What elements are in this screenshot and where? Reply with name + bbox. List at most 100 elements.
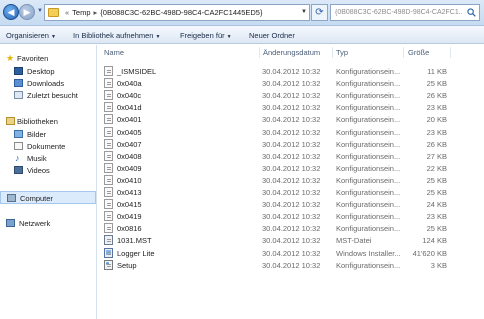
breadcrumb-item-temp[interactable]: Temp (72, 8, 90, 17)
file-row[interactable]: 0x0401 30.04.2012 10:32 Konfigurationsein.… (98, 113, 484, 125)
column-header-type[interactable]: Typ (336, 48, 348, 57)
chevron-down-icon: ▼ (226, 34, 232, 40)
forward-button[interactable]: ▶ (19, 4, 35, 20)
pictures-icon (14, 130, 23, 138)
file-row[interactable]: 0x0816 30.04.2012 10:32 Konfigurationsein.… (98, 222, 484, 234)
file-size: 124 KB (422, 236, 447, 246)
file-type: Konfigurationsein... (336, 91, 401, 101)
library-icon (6, 117, 15, 125)
file-row[interactable]: 0x0405 30.04.2012 10:32 Konfigurationsein.… (98, 126, 484, 138)
file-row[interactable]: 0x040c 30.04.2012 10:32 Konfigurationsein.… (98, 89, 484, 101)
file-name: 0x040a (117, 79, 142, 89)
file-row[interactable]: 0x041d 30.04.2012 10:32 Konfigurationsein.… (98, 101, 484, 113)
file-type: Konfigurationsein... (336, 103, 401, 113)
column-header-size[interactable]: Größe (408, 48, 429, 57)
file-name: 0x0401 (117, 115, 142, 125)
file-row[interactable]: 0x0419 30.04.2012 10:32 Konfigurationsein.… (98, 210, 484, 222)
search-field[interactable]: {0B088C3C-62BC-498D-98C4-CA2FC1... (330, 4, 480, 21)
file-date: 30.04.2012 10:32 (262, 67, 321, 76)
file-row[interactable]: 0x040a 30.04.2012 10:32 Konfigurationsein.… (98, 77, 484, 89)
downloads-icon (14, 79, 23, 87)
file-name: 0x0419 (117, 212, 142, 222)
file-row[interactable]: 0x0408 30.04.2012 10:32 Konfigurationsein.… (98, 150, 484, 162)
file-type: Konfigurationsein... (336, 212, 401, 222)
file-row[interactable]: Setup 30.04.2012 10:32 Konfigurationsein..… (98, 259, 484, 271)
file-row[interactable]: 0x0415 30.04.2012 10:32 Konfigurationsein.… (98, 198, 484, 210)
file-date: 30.04.2012 10:32 (262, 79, 321, 89)
sidebar-item-label: Desktop (27, 67, 55, 76)
column-divider[interactable] (450, 47, 451, 58)
file-size: 23 KB (426, 127, 447, 137)
new-folder-button[interactable]: Neuer Ordner (249, 31, 295, 40)
favorites-label: Favoriten (17, 54, 49, 63)
share-with-menu[interactable]: Freigeben für ▼ (180, 31, 232, 40)
file-type: Konfigurationsein... (336, 175, 401, 185)
chevron-down-icon: ▼ (50, 34, 56, 40)
file-row[interactable]: 0x0413 30.04.2012 10:32 Konfigurationsein.… (98, 186, 484, 198)
navigation-pane: ★ Favoriten Desktop Downloads Zuletzt be… (0, 45, 97, 319)
refresh-button[interactable]: ⟳ (311, 4, 328, 21)
share-label: Freigeben für (180, 31, 225, 40)
sidebar-item-label: Zuletzt besucht (27, 91, 78, 100)
search-placeholder: {0B088C3C-62BC-498D-98C4-CA2FC1... (335, 9, 463, 16)
column-divider[interactable] (259, 47, 260, 58)
sidebar-item-computer[interactable]: Computer (0, 191, 96, 204)
column-header-name[interactable]: Name (104, 48, 124, 57)
file-date: 30.04.2012 10:32 (262, 139, 321, 149)
file-size: 25 KB (426, 79, 447, 89)
file-size: 24 KB (426, 200, 447, 210)
recent-pages-dropdown[interactable]: ▼ (37, 8, 43, 14)
address-dropdown-icon[interactable]: ▼ (301, 9, 307, 15)
column-header-date[interactable]: Änderungsdatum (263, 48, 320, 57)
file-size: 11 KB (427, 67, 447, 76)
config-file-icon (104, 102, 113, 113)
search-icon[interactable] (467, 8, 476, 17)
chevron-down-icon: ▼ (155, 34, 161, 40)
network-icon (6, 219, 15, 227)
file-date: 30.04.2012 10:32 (262, 224, 321, 234)
breadcrumb-item-guid[interactable]: {0B088C3C-62BC-498D-98C4-CA2FC1445ED5} (100, 8, 262, 17)
file-size: 23 KB (426, 103, 447, 113)
column-divider[interactable] (403, 47, 404, 58)
file-type: Konfigurationsein... (336, 67, 401, 76)
file-row[interactable]: 0x0410 30.04.2012 10:32 Konfigurationsein.… (98, 174, 484, 186)
file-name: 0x0415 (117, 200, 142, 210)
file-size: 3 KB (430, 260, 447, 270)
file-row[interactable]: 0x0407 30.04.2012 10:32 Konfigurationsein.… (98, 138, 484, 150)
file-name: 0x0409 (117, 163, 142, 173)
back-button[interactable]: ◀ (3, 4, 19, 20)
organize-menu[interactable]: Organisieren ▼ (6, 31, 56, 40)
file-row[interactable]: 0x0409 30.04.2012 10:32 Konfigurationsein.… (98, 162, 484, 174)
file-size: 20 KB (426, 115, 447, 125)
sidebar-item-label: Dokumente (27, 142, 66, 151)
file-size: 41'620 KB (412, 248, 447, 258)
sidebar-item-label: Musik (27, 154, 47, 163)
installer-file-icon (104, 247, 113, 258)
config-file-icon (104, 174, 113, 185)
file-row[interactable]: _ISMSIDEL 30.04.2012 10:32 Konfigurationse… (98, 65, 484, 77)
file-name: Setup (117, 260, 137, 270)
file-type: Windows Installer... (336, 248, 401, 258)
file-name: 0x040c (117, 91, 142, 101)
file-name: 0x0816 (117, 224, 142, 234)
config-file-icon (104, 259, 113, 270)
file-size: 26 KB (426, 139, 447, 149)
breadcrumb-chevron-icon[interactable]: ▸ (94, 8, 98, 17)
recent-places-icon (14, 91, 23, 99)
file-row[interactable]: 1031.MST 30.04.2012 10:32 MST-Datei 124 KB (98, 234, 484, 246)
file-row[interactable]: Logger Lite 30.04.2012 10:32 Windows Insta… (98, 247, 484, 259)
config-file-icon (104, 162, 113, 173)
address-field[interactable]: «Temp ▸ {0B088C3C-62BC-498D-98C4-CA2FC1445… (44, 4, 310, 21)
column-divider[interactable] (332, 47, 333, 58)
file-name: 0x0413 (117, 188, 142, 197)
sidebar-item-label: Netzwerk (19, 219, 51, 228)
mst-file-icon (104, 235, 113, 246)
config-file-icon (104, 199, 113, 210)
config-file-icon (104, 114, 113, 125)
config-file-icon (104, 126, 113, 137)
file-type: Konfigurationsein... (336, 127, 401, 137)
file-size: 26 KB (426, 91, 447, 101)
file-date: 30.04.2012 10:32 (262, 115, 321, 125)
computer-icon (7, 194, 16, 202)
include-in-library-menu[interactable]: In Bibliothek aufnehmen ▼ (73, 31, 160, 40)
